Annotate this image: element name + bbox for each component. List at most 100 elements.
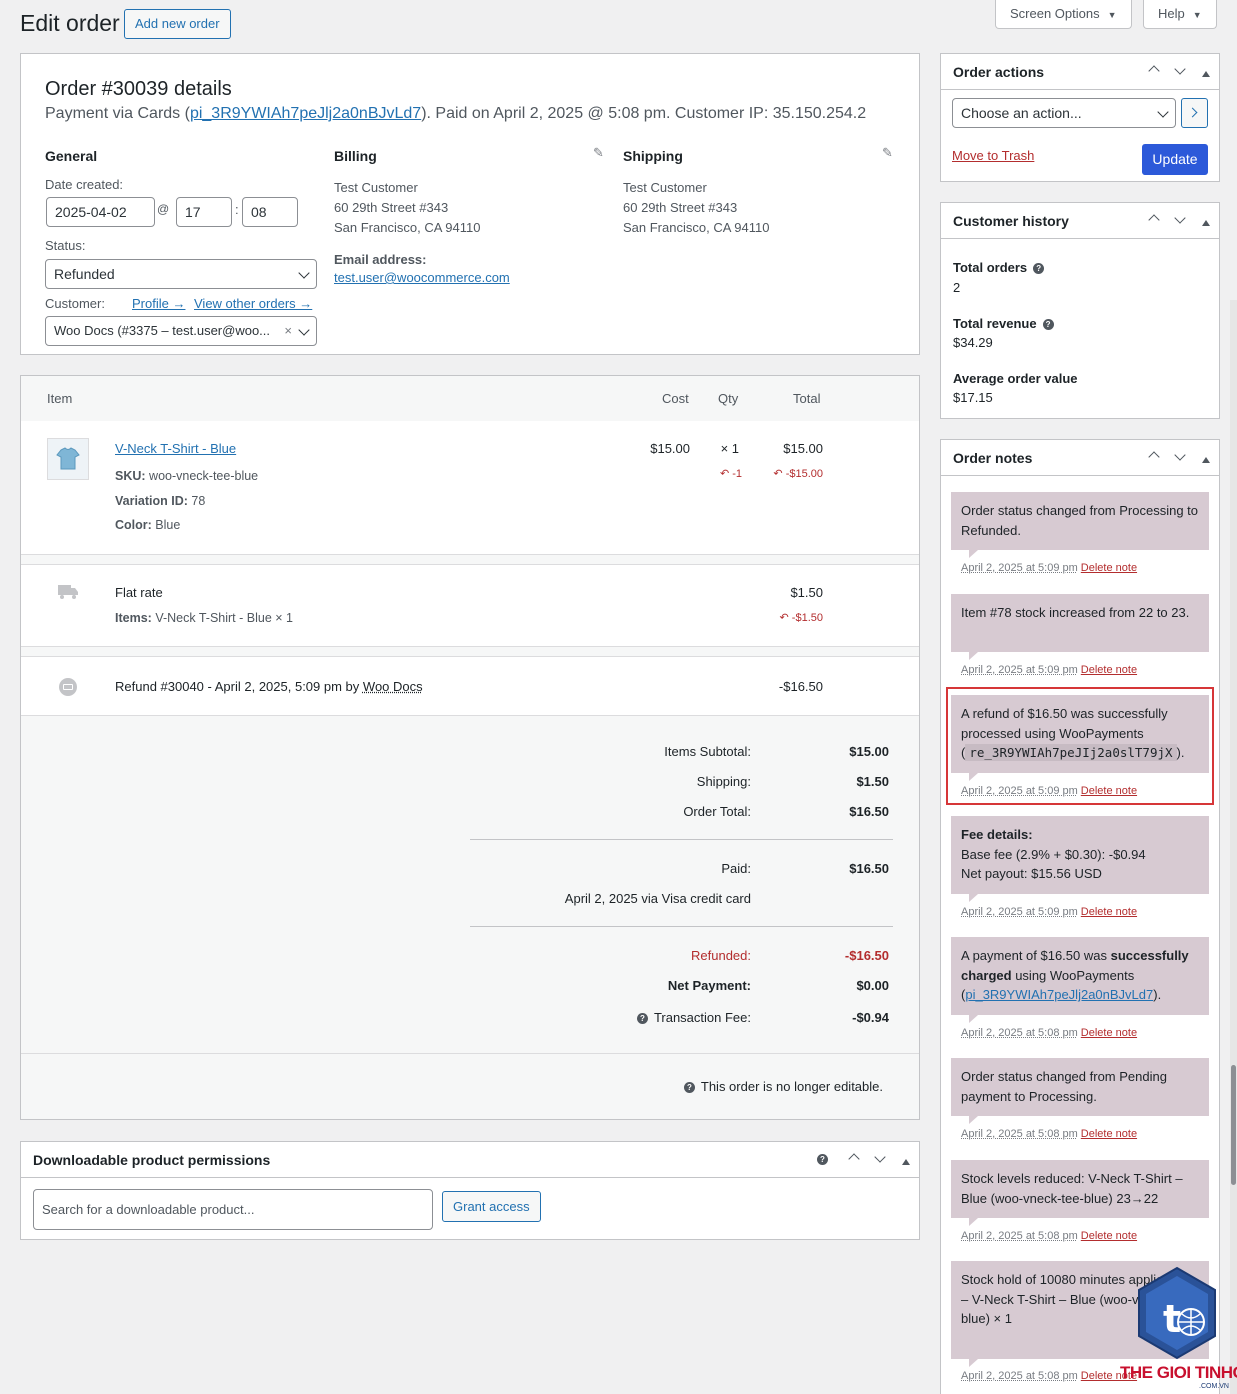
refunded-label: Refunded:	[691, 948, 751, 963]
downloadable-search-input[interactable]: Search for a downloadable product...	[33, 1189, 433, 1230]
help-button[interactable]: Help ▼	[1143, 0, 1217, 29]
move-up-icon[interactable]	[1144, 211, 1164, 227]
product-name-link[interactable]: V-Neck T-Shirt - Blue	[115, 441, 236, 456]
collapse-icon[interactable]	[896, 1154, 916, 1168]
shipping-line-row: Flat rate Items: V-Neck T-Shirt - Blue ×…	[21, 564, 919, 647]
collapse-icon[interactable]	[1196, 66, 1216, 80]
product-thumbnail[interactable]	[47, 438, 89, 480]
line-item-row: V-Neck T-Shirt - Blue SKU: woo-vneck-tee…	[21, 421, 919, 555]
order-action-select[interactable]: Choose an action...	[952, 98, 1176, 128]
order-notes-panel: Order notes Order status changed from Pr…	[940, 439, 1220, 1394]
delete-note-link[interactable]: Delete note	[1081, 664, 1137, 676]
note-date: April 2, 2025 at 5:09 pm	[961, 562, 1078, 574]
total-revenue-label: Total revenue?	[953, 316, 1054, 331]
refunded-value: -$16.50	[844, 948, 889, 963]
delete-note-link[interactable]: Delete note	[1081, 1230, 1137, 1242]
clear-icon[interactable]: ×	[284, 317, 292, 345]
item-cost: $15.00	[650, 441, 690, 456]
help-icon[interactable]: ?	[636, 1013, 648, 1025]
note-meta: April 2, 2025 at 5:09 pm Delete note	[961, 562, 1137, 574]
move-down-icon[interactable]	[1170, 211, 1190, 225]
total-revenue-text: Total revenue	[953, 316, 1037, 331]
aov-label: Average order value	[953, 371, 1078, 386]
move-down-icon[interactable]	[1170, 448, 1190, 462]
delete-note-link[interactable]: Delete note	[1081, 1027, 1137, 1039]
hour-input[interactable]: 17	[176, 197, 232, 227]
downloads-title: Downloadable product permissions	[33, 1152, 271, 1168]
update-button[interactable]: Update	[1142, 144, 1208, 175]
delete-note-link[interactable]: Delete note	[1081, 562, 1137, 574]
transaction-fee-value: -$0.94	[852, 1010, 889, 1025]
move-up-icon[interactable]	[844, 1150, 864, 1166]
view-other-orders-link[interactable]: View other orders →	[194, 296, 312, 311]
aov-value: $17.15	[953, 390, 993, 405]
billing-title: Billing	[334, 148, 377, 164]
customer-select[interactable]: Woo Docs (#3375 – test.user@woo... ×	[45, 316, 317, 346]
chevron-down-icon	[298, 324, 310, 336]
note-date: April 2, 2025 at 5:08 pm	[961, 1230, 1078, 1242]
col-qty: Qty	[718, 391, 739, 406]
date-input[interactable]: 2025-04-02	[46, 197, 155, 227]
minute-input[interactable]: 08	[242, 197, 298, 227]
status-label: Status:	[45, 238, 86, 253]
help-icon[interactable]: ?	[1033, 263, 1045, 275]
help-icon[interactable]: ?	[817, 1154, 828, 1165]
screen-options-button[interactable]: Screen Options ▼	[995, 0, 1132, 29]
shipping-refund: ↶ -$1.50	[780, 611, 823, 624]
status-value: Refunded	[54, 266, 115, 282]
sku-label: SKU:	[115, 469, 146, 483]
shipping-refund-value: -$1.50	[791, 612, 823, 624]
watermark-domain: .COM.VN	[1199, 1383, 1229, 1390]
billing-email-link[interactable]: test.user@woocommerce.com	[334, 270, 510, 285]
help-icon[interactable]: ?	[1042, 319, 1054, 331]
move-up-icon[interactable]	[1144, 62, 1164, 78]
collapse-icon[interactable]	[1196, 215, 1216, 229]
order-note: Fee details: Base fee (2.9% + $0.30): -$0…	[951, 816, 1209, 902]
shipping-street: 60 29th Street #343	[623, 200, 738, 215]
delete-note-link[interactable]: Delete note	[1081, 906, 1137, 918]
item-refund-qty: ↶ -1	[720, 467, 742, 480]
watermark-logo: t THE GIOI TINHOC .COM.VN	[1118, 1266, 1237, 1394]
scrollbar-track[interactable]	[1230, 300, 1237, 1394]
billing-street: 60 29th Street #343	[334, 200, 449, 215]
col-cost: Cost	[662, 391, 689, 406]
status-select[interactable]: Refunded	[45, 259, 317, 289]
sku-value: woo-vneck-tee-blue	[149, 469, 259, 483]
add-new-order-button[interactable]: Add new order	[124, 9, 231, 39]
note-date: April 2, 2025 at 5:08 pm	[961, 1027, 1078, 1039]
page-title: Edit order	[20, 10, 120, 36]
move-up-icon[interactable]	[1144, 448, 1164, 464]
payment-intent-link[interactable]: pi_3R9YWIAh7peJlj2a0nBJvLd7	[965, 987, 1153, 1002]
note-title: Fee details:	[961, 827, 1033, 842]
help-icon[interactable]: ?	[683, 1082, 695, 1094]
order-action-value: Choose an action...	[961, 105, 1082, 121]
shipping-total: $1.50	[790, 585, 823, 600]
edit-shipping-pencil-icon[interactable]: ✎	[882, 145, 893, 161]
order-note: Stock levels reduced: V-Neck T-Shirt – B…	[951, 1160, 1209, 1226]
move-to-trash-link[interactable]: Move to Trash	[952, 148, 1034, 163]
edit-billing-pencil-icon[interactable]: ✎	[593, 145, 604, 161]
order-notes-title: Order notes	[953, 450, 1033, 466]
hexagon-logo-icon: t	[1138, 1266, 1216, 1360]
move-down-icon[interactable]	[1170, 62, 1190, 76]
col-total: Total	[793, 391, 821, 406]
product-sku: SKU: woo-vneck-tee-blue	[115, 469, 258, 483]
customer-value: Woo Docs (#3375 – test.user@woo...	[54, 323, 271, 338]
general-title: General	[45, 148, 98, 164]
note-meta: April 2, 2025 at 5:08 pm Delete note	[961, 1230, 1137, 1242]
divider	[21, 1053, 919, 1054]
shipping-items-value: V-Neck T-Shirt - Blue × 1	[155, 611, 293, 625]
grant-access-button[interactable]: Grant access	[442, 1191, 541, 1222]
profile-link[interactable]: Profile →	[132, 296, 185, 311]
note-text: using WooPayments	[1015, 967, 1135, 983]
apply-action-button[interactable]	[1181, 98, 1208, 128]
scrollbar-thumb[interactable]	[1231, 1065, 1236, 1185]
move-down-icon[interactable]	[870, 1150, 890, 1164]
delete-note-link[interactable]: Delete note	[1081, 1128, 1137, 1140]
order-actions-panel: Order actions Choose an action... Move t…	[940, 53, 1220, 182]
refund-by: Woo Docs	[362, 679, 423, 694]
payment-id-link[interactable]: pi_3R9YWIAh7peJlj2a0nBJvLd7	[190, 105, 421, 122]
caret-down-icon: ▼	[1192, 10, 1202, 20]
payment-prefix: Payment via Cards (	[45, 105, 190, 122]
collapse-icon[interactable]	[1196, 452, 1216, 466]
